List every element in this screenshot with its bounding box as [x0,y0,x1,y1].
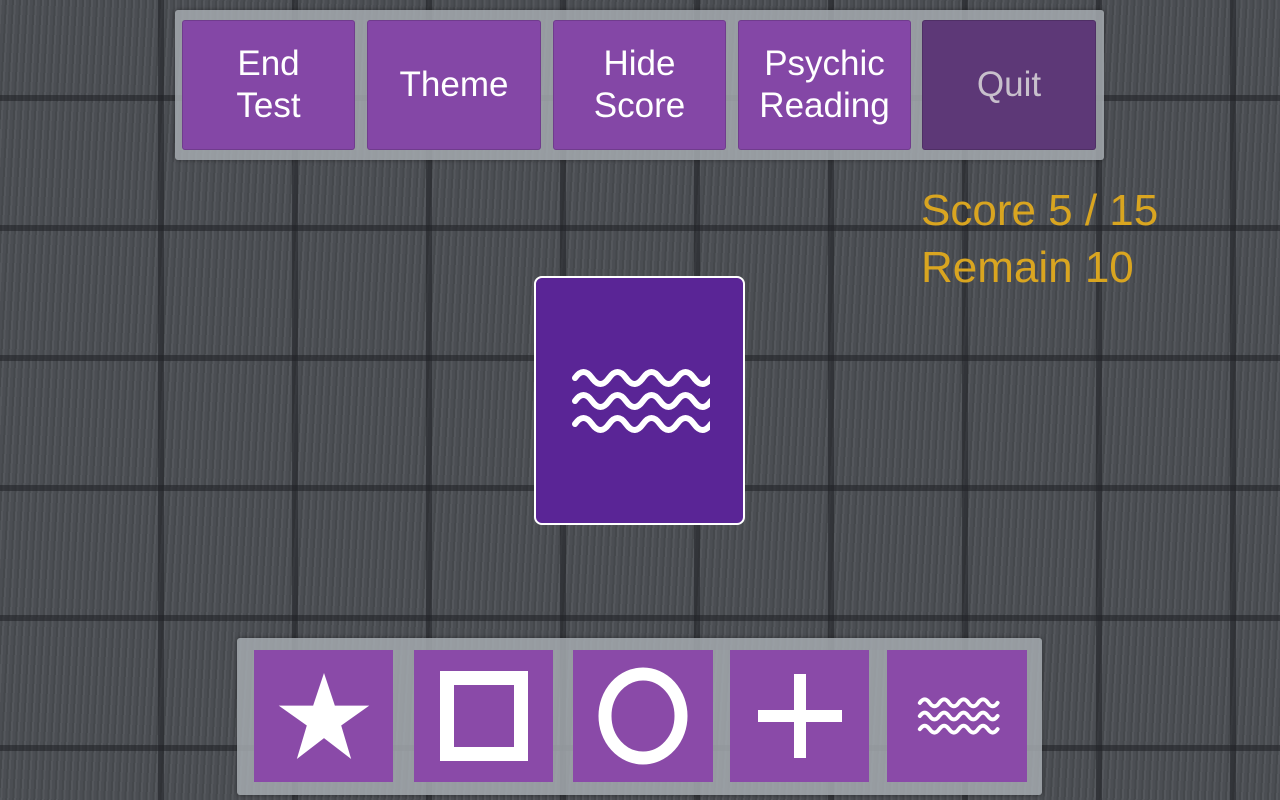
choice-square[interactable] [414,650,553,782]
score-text: Score 5 / 15 [921,186,1159,235]
psychic-reading-button[interactable]: Psychic Reading [738,20,911,150]
choice-panel [237,638,1042,795]
end-test-button[interactable]: End Test [182,20,355,150]
choice-waves[interactable] [887,650,1027,782]
hide-score-button[interactable]: Hide Score [553,20,726,150]
plus-icon [757,674,842,758]
theme-button[interactable]: Theme [367,20,541,150]
current-card [534,276,745,525]
quit-button[interactable]: Quit [922,20,1096,150]
waves-icon [917,697,1000,735]
remain-text: Remain 10 [921,243,1134,292]
toolbar: End Test Theme Hide Score Psychic Readin… [175,10,1104,160]
score-display: Score 5 / 15 Remain 10 [921,182,1158,296]
choice-circle[interactable] [573,650,713,782]
waves-icon [571,368,710,433]
circle-icon [598,667,688,765]
choice-star[interactable] [254,650,393,782]
star-icon [278,673,369,759]
square-icon [439,671,528,761]
choice-plus[interactable] [730,650,869,782]
